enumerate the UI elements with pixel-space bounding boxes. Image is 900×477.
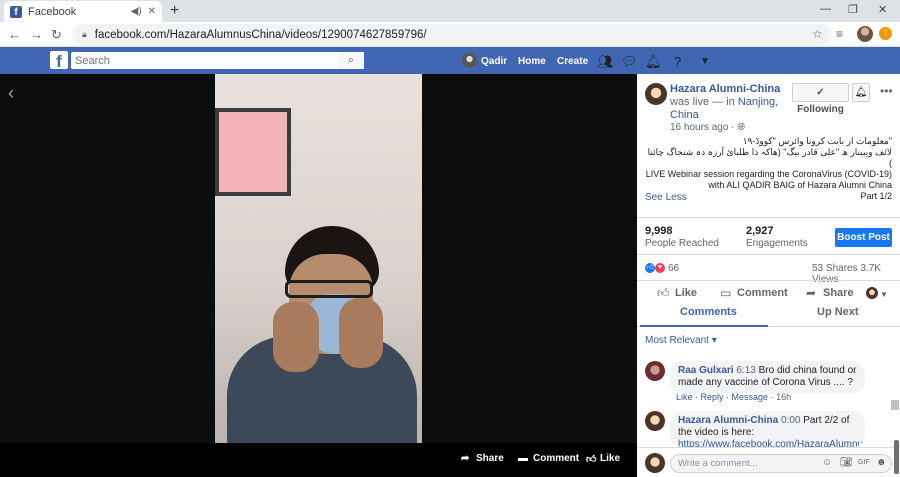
messenger-icon[interactable]: 💬︎ (621, 54, 638, 70)
user-name-link[interactable]: Qadir (481, 56, 507, 67)
share-icon[interactable]: ➦ (806, 286, 816, 300)
video-back-icon[interactable]: ‹ (8, 83, 14, 104)
comment-button[interactable]: Comment (737, 287, 788, 299)
minimize-icon[interactable]: — (820, 3, 831, 15)
like-reaction-icon[interactable]: 👍︎ (645, 263, 655, 273)
shares-views[interactable]: 53 Shares 3.7K Views (812, 263, 900, 285)
composer-avatar (645, 453, 665, 473)
friends-icon[interactable]: 👥︎ (597, 54, 614, 70)
facebook-favicon: f (10, 5, 22, 18)
sort-dropdown[interactable]: Most Relevant ▾ (645, 335, 717, 346)
commenter-avatar[interactable] (645, 361, 665, 381)
star-icon[interactable]: ☆ (812, 27, 823, 41)
more-options-icon[interactable]: ••• (880, 84, 893, 98)
comment-age[interactable]: 16h (776, 392, 791, 402)
close-icon[interactable]: ✕ (148, 6, 156, 17)
video-like-button[interactable]: Like (600, 453, 620, 464)
search-input[interactable] (71, 52, 364, 69)
comment-timestamp[interactable]: 6:13 (736, 365, 755, 376)
comment-timestamp[interactable]: 0:00 (781, 415, 800, 426)
scrollbar-handle[interactable] (894, 440, 899, 474)
update-icon[interactable]: ! (879, 27, 892, 40)
video-comment-button[interactable]: Comment (533, 453, 579, 464)
profile-avatar[interactable] (857, 26, 873, 42)
home-link[interactable]: Home (518, 56, 546, 67)
divider (637, 280, 900, 281)
comment-bubble: Hazara Alumni-China 0:00 Part 2/2 of the… (670, 411, 865, 447)
comment-bubble: Raa Gulxari 6:13 Bro did china found or … (670, 361, 865, 393)
person-left-hand (273, 302, 319, 372)
user-avatar[interactable] (462, 53, 477, 68)
reaction-count[interactable]: 66 (668, 263, 679, 274)
comment-message-link[interactable]: Message (732, 392, 769, 402)
divider (637, 447, 900, 448)
video-share-icon[interactable]: ➦ (461, 453, 469, 464)
caret-down-icon[interactable]: ▼ (700, 56, 710, 67)
sticker-icon[interactable]: ☻ (876, 457, 887, 468)
video-comment-icon[interactable]: ▬ (518, 453, 528, 464)
browser-tab[interactable]: f Facebook ◀) ✕ (4, 1, 162, 22)
camera-icon[interactable]: 📷︎ (840, 457, 853, 468)
facebook-header: f ⌕ (0, 47, 900, 74)
love-reaction-icon[interactable]: ♥ (655, 263, 665, 273)
comment-like-link[interactable]: Like (676, 392, 693, 402)
url-text: facebook.com/HazaraAlumnusChina/videos/1… (94, 28, 427, 41)
see-less-link[interactable]: See Less (645, 192, 687, 203)
person-right-hand (339, 298, 383, 368)
video-like-icon[interactable]: 👍︎ (586, 453, 596, 465)
tab-title: Facebook (28, 5, 77, 18)
like-button[interactable]: Like (675, 287, 697, 299)
boost-post-button[interactable]: Boost Post (835, 228, 892, 247)
wall-poster (215, 108, 291, 196)
speaker-icon[interactable]: ◀) (131, 6, 142, 17)
caret-down-icon[interactable]: ▼ (880, 290, 888, 299)
media-icon[interactable]: ≡ (836, 27, 843, 41)
live-status-text: was live — in Nanjing, China (670, 96, 779, 121)
help-icon[interactable]: ? (674, 54, 681, 69)
following-button[interactable]: ✓ Following (792, 83, 849, 115)
gif-icon[interactable]: GIF (858, 459, 870, 466)
video-frame[interactable] (215, 74, 422, 443)
maximize-icon[interactable]: ❐ (848, 3, 858, 16)
page-avatar[interactable] (645, 83, 667, 105)
comment-icon[interactable]: ▭ (720, 286, 731, 300)
share-button[interactable]: Share (823, 287, 854, 299)
forward-arrow-icon[interactable]: → (30, 27, 43, 42)
commenter-avatar[interactable] (645, 411, 665, 431)
post-time[interactable]: 16 hours ago · 🌐︎ (670, 122, 745, 133)
tab-indicator (640, 325, 768, 327)
page-name-link[interactable]: Hazara Alumni-China (670, 83, 780, 95)
emoji-icon[interactable]: ☺ (822, 457, 832, 468)
people-reached-value: 9,998 (645, 225, 673, 237)
person-glasses (285, 280, 373, 298)
search-icon[interactable]: ⌕ (338, 52, 364, 69)
post-as-avatar[interactable] (866, 287, 878, 299)
create-link[interactable]: Create (557, 56, 588, 67)
lock-icon: 🔒︎ (82, 29, 87, 39)
comment-link[interactable]: https://www.facebook.com/HazaraAlumnusCh… (678, 439, 865, 447)
window-close-icon[interactable]: ✕ (878, 3, 887, 16)
address-bar[interactable]: 🔒︎ facebook.com/HazaraAlumnusChina/video… (72, 24, 832, 45)
divider (637, 217, 900, 218)
tab-up-next[interactable]: Up Next (817, 306, 859, 318)
people-reached-label: People Reached (645, 238, 719, 249)
engagements-value: 2,927 (746, 225, 774, 237)
scrollbar-thumb[interactable] (891, 400, 899, 410)
notification-bell-icon[interactable]: 🔔︎ (852, 83, 870, 102)
reload-icon[interactable]: ↻ (51, 27, 62, 43)
commenter-name[interactable]: Raa Gulxari (678, 365, 734, 376)
engagements-label: Engagements (746, 238, 808, 249)
like-icon[interactable]: 👍︎ (657, 286, 670, 301)
video-share-button[interactable]: Share (476, 453, 504, 464)
facebook-logo-icon[interactable]: f (50, 51, 68, 69)
new-tab-button[interactable]: + (170, 2, 179, 20)
comment-actions: Like · Reply · Message · 16h (676, 392, 792, 402)
back-arrow-icon[interactable]: ← (8, 27, 21, 42)
comment-reply-link[interactable]: Reply (701, 392, 724, 402)
tab-comments[interactable]: Comments (680, 306, 737, 318)
divider (637, 254, 900, 255)
globe-icon: 🌐︎ (737, 122, 746, 133)
bell-icon[interactable]: 🔔︎ (645, 54, 662, 70)
commenter-name[interactable]: Hazara Alumni-China (678, 415, 778, 426)
